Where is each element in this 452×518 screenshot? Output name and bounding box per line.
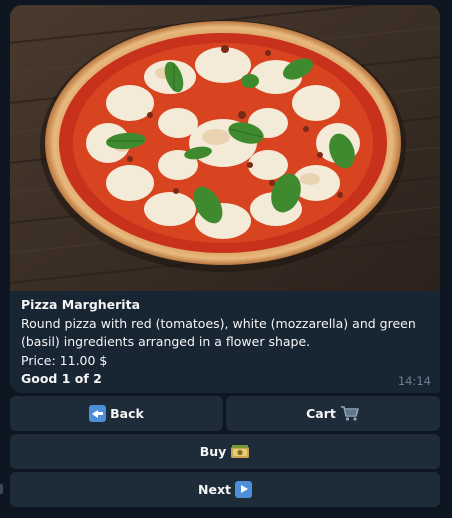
message-time: 14:14 — [397, 374, 431, 388]
cart-button-label: Cart — [306, 406, 336, 421]
shopping-cart-icon — [340, 405, 360, 422]
back-button[interactable]: Back — [10, 396, 223, 431]
play-arrow-icon — [234, 481, 252, 498]
buy-button[interactable]: Buy — [10, 434, 440, 469]
next-button-label: Next — [198, 482, 231, 497]
back-button-label: Back — [110, 406, 144, 421]
product-title: Pizza Margherita — [21, 297, 141, 312]
product-caption: Pizza Margherita Round pizza with red (t… — [21, 296, 431, 389]
chat-view: Pizza Margherita Round pizza with red (t… — [0, 0, 452, 518]
pizza-image — [10, 5, 440, 291]
buy-button-label: Buy — [199, 444, 227, 459]
money-bill-icon — [230, 444, 250, 460]
product-message: Pizza Margherita Round pizza with red (t… — [10, 5, 440, 393]
product-price: Price: 11.00 $ — [21, 352, 108, 368]
back-arrow-icon — [89, 405, 107, 422]
cart-button[interactable]: Cart — [226, 396, 440, 431]
product-description: Round pizza with red (tomatoes), white (… — [21, 315, 416, 350]
pizza-photo[interactable] — [10, 5, 440, 291]
next-button[interactable]: Next — [10, 472, 440, 507]
good-counter: Good 1 of 2 — [21, 371, 102, 386]
scroll-edge-marker — [0, 484, 3, 494]
